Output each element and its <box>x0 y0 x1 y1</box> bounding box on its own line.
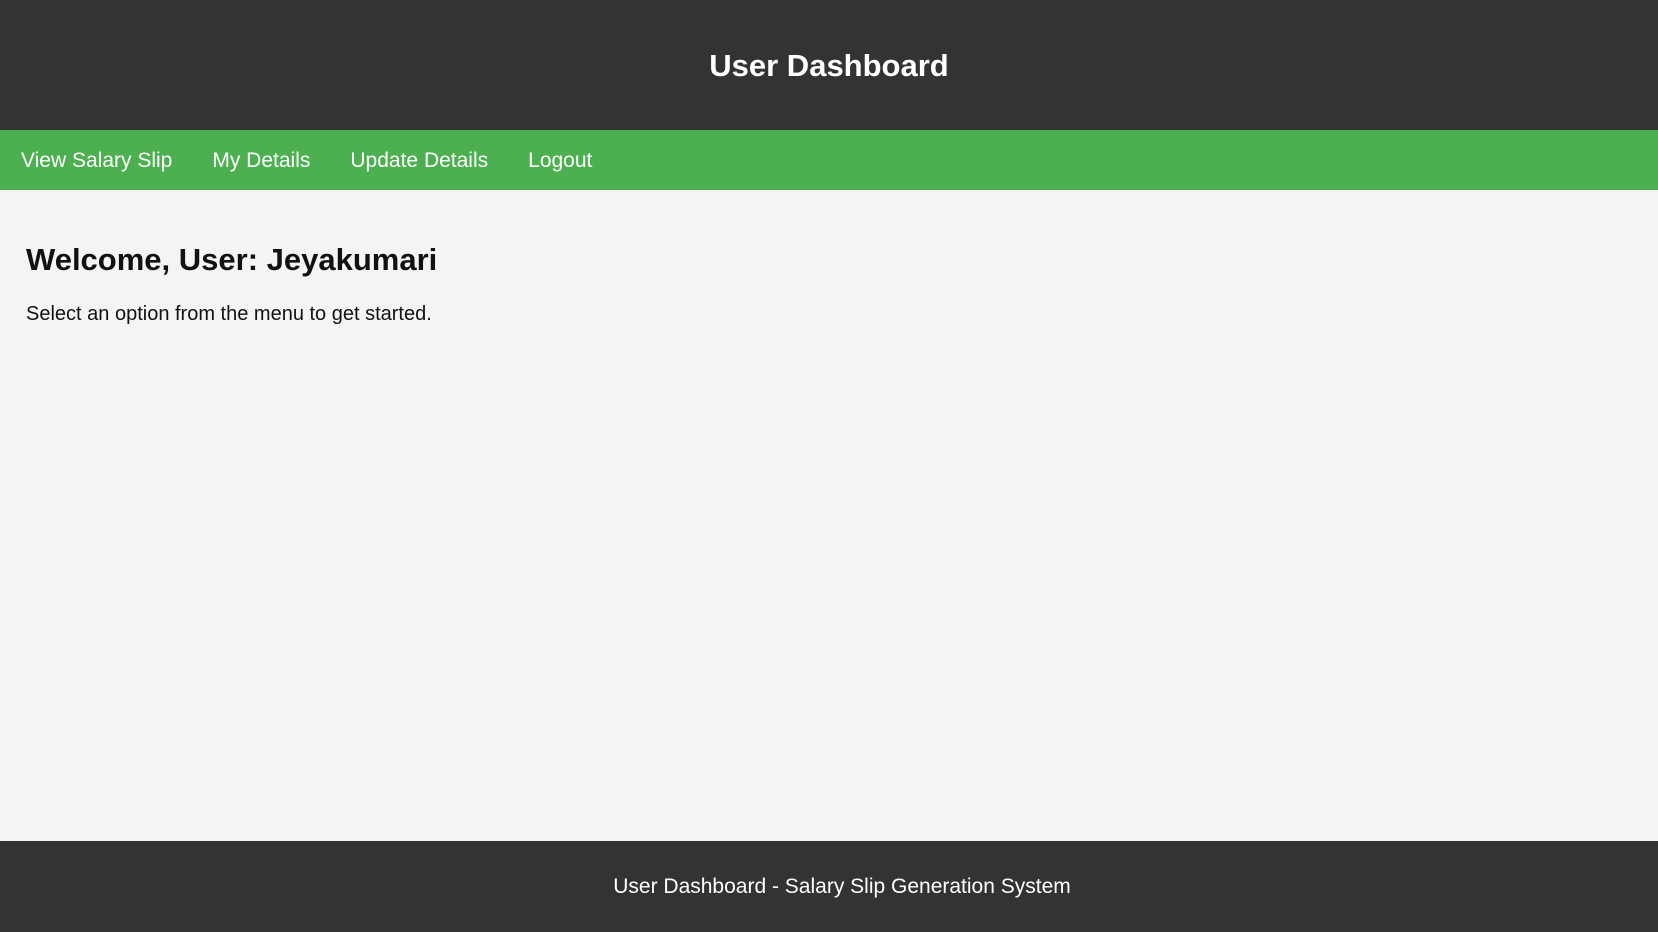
main-navigation: View Salary Slip My Details Update Detai… <box>0 130 1658 190</box>
page-footer: User Dashboard - Salary Slip Generation … <box>0 841 1658 932</box>
nav-update-details[interactable]: Update Details <box>330 130 508 190</box>
nav-logout[interactable]: Logout <box>508 130 612 190</box>
nav-view-salary-slip[interactable]: View Salary Slip <box>0 130 192 190</box>
instruction-text: Select an option from the menu to get st… <box>26 303 432 325</box>
dashboard-page: User Dashboard View Salary Slip My Detai… <box>0 0 1658 932</box>
page-title: User Dashboard <box>709 47 949 83</box>
page-header: User Dashboard <box>0 0 1658 130</box>
footer-text: User Dashboard - Salary Slip Generation … <box>613 875 1071 898</box>
welcome-heading: Welcome, User: Jeyakumari <box>26 242 438 277</box>
nav-my-details[interactable]: My Details <box>192 130 330 190</box>
